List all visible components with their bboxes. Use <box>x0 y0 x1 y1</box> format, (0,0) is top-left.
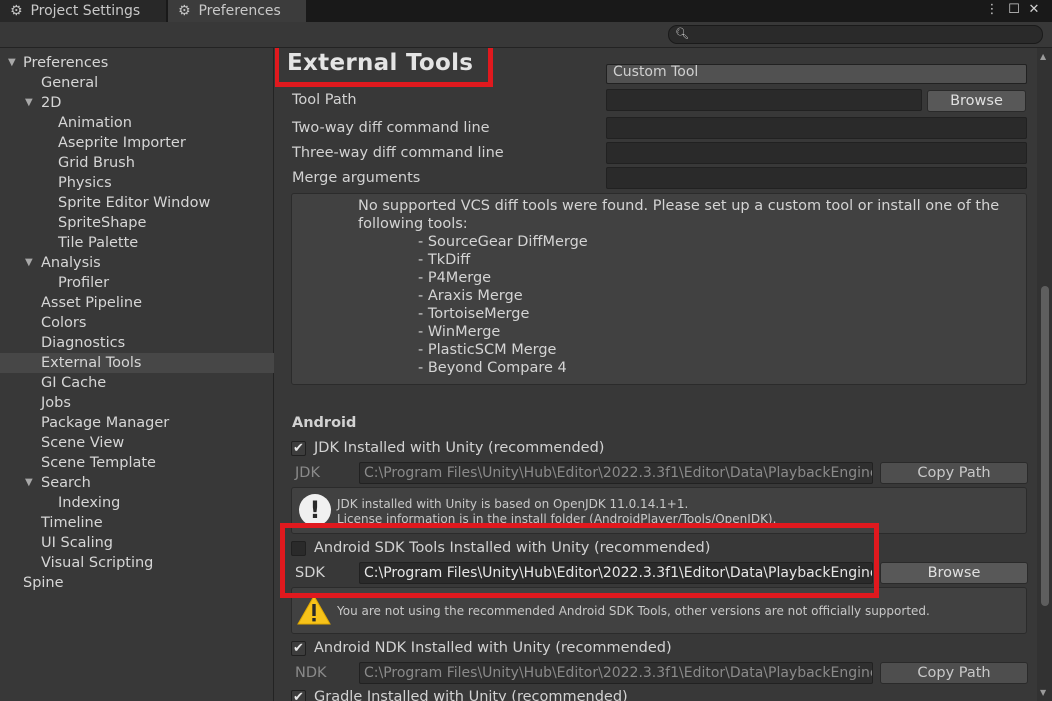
three-way-field[interactable] <box>606 142 1027 164</box>
search-icon: 🔍︎ <box>675 27 689 40</box>
sdk-checkbox[interactable] <box>291 541 306 556</box>
info-icon: ! <box>299 494 331 526</box>
expand-arrow-icon[interactable]: ▼ <box>25 253 33 273</box>
list-item: - TkDiff <box>418 252 471 268</box>
ndk-check-label: Android NDK Installed with Unity (recomm… <box>314 640 672 656</box>
list-item: - Araxis Merge <box>418 288 523 304</box>
sidebar-item-jobs[interactable]: Jobs <box>41 393 71 413</box>
browse-button[interactable]: Browse <box>927 90 1026 112</box>
expand-arrow-icon[interactable]: ▼ <box>25 93 33 113</box>
tab-label: Preferences <box>198 3 281 19</box>
merge-args-label: Merge arguments <box>292 170 421 186</box>
sidebar-item-animation[interactable]: Animation <box>58 113 132 133</box>
tab-project-settings[interactable]: ⚙ Project Settings <box>0 0 166 22</box>
jdk-label: JDK <box>295 465 320 481</box>
page-title: External Tools <box>287 50 474 76</box>
vcs-message: following tools: <box>358 216 468 232</box>
three-way-label: Three-way diff command line <box>292 145 504 161</box>
two-way-label: Two-way diff command line <box>292 120 490 136</box>
sidebar-item-tile-palette[interactable]: Tile Palette <box>58 233 138 253</box>
sidebar-item-aseprite-importer[interactable]: Aseprite Importer <box>58 133 186 153</box>
sidebar-item-spine[interactable]: Spine <box>23 573 64 593</box>
sidebar-item-scene-template[interactable]: Scene Template <box>41 453 156 473</box>
close-icon[interactable]: ✕ <box>1024 0 1044 22</box>
sdk-path-field[interactable]: C:\Program Files\Unity\Hub\Editor\2022.3… <box>359 562 873 584</box>
ndk-label: NDK <box>295 665 327 681</box>
sidebar-item-indexing[interactable]: Indexing <box>58 493 120 513</box>
sidebar-item-sprite-editor-window[interactable]: Sprite Editor Window <box>58 193 210 213</box>
list-item: - PlasticSCM Merge <box>418 342 557 358</box>
jdk-info-text: JDK installed with Unity is based on Ope… <box>337 497 689 511</box>
vcs-message: No supported VCS diff tools were found. … <box>358 198 1000 214</box>
scroll-down-icon[interactable]: ▼ <box>1040 688 1046 697</box>
gear-icon: ⚙ <box>178 3 191 19</box>
warning-icon <box>297 595 331 625</box>
sidebar-item-general[interactable]: General <box>41 73 98 93</box>
search-input[interactable]: 🔍︎ <box>668 25 1043 44</box>
list-item: - SourceGear DiffMerge <box>418 234 588 250</box>
sidebar-item-diagnostics[interactable]: Diagnostics <box>41 333 125 353</box>
ndk-copy-path-button[interactable]: Copy Path <box>880 662 1028 684</box>
sdk-label: SDK <box>295 565 325 581</box>
list-item: - Beyond Compare 4 <box>418 360 567 376</box>
expand-arrow-icon[interactable]: ▼ <box>8 53 16 73</box>
more-menu-icon[interactable]: ⋮ <box>982 0 1002 22</box>
ndk-path-field[interactable]: C:\Program Files\Unity\Hub\Editor\2022.3… <box>359 662 873 684</box>
list-item: - TortoiseMerge <box>418 306 530 322</box>
sidebar-item-ui-scaling[interactable]: UI Scaling <box>41 533 113 553</box>
gear-icon: ⚙ <box>10 3 23 19</box>
scroll-up-icon[interactable]: ▲ <box>1040 52 1046 61</box>
sidebar-item-gi-cache[interactable]: GI Cache <box>41 373 106 393</box>
scrollbar[interactable]: ▲ ▼ <box>1037 48 1052 701</box>
merge-args-field[interactable] <box>606 167 1027 189</box>
sidebar-item-grid-brush[interactable]: Grid Brush <box>58 153 135 173</box>
sidebar-item-package-manager[interactable]: Package Manager <box>41 413 169 433</box>
jdk-info-text: License information is in the install fo… <box>337 512 777 526</box>
sidebar-item-colors[interactable]: Colors <box>41 313 86 333</box>
list-item: - P4Merge <box>418 270 492 286</box>
tool-dropdown[interactable]: Custom Tool <box>606 64 1027 84</box>
maximize-icon[interactable]: ☐ <box>1004 0 1024 22</box>
gradle-checkbox[interactable]: ✔ <box>291 690 306 701</box>
gradle-check-label: Gradle Installed with Unity (recommended… <box>314 689 628 701</box>
jdk-checkbox[interactable]: ✔ <box>291 441 306 456</box>
settings-panel: Custom Tool External Tools Tool Path Bro… <box>275 48 1037 701</box>
two-way-field[interactable] <box>606 117 1027 139</box>
sidebar: ▼ Preferences General ▼ 2D Animation Ase… <box>0 48 274 701</box>
sidebar-item-scene-view[interactable]: Scene View <box>41 433 124 453</box>
sdk-check-label: Android SDK Tools Installed with Unity (… <box>314 540 711 556</box>
jdk-check-label: JDK Installed with Unity (recommended) <box>314 440 605 456</box>
sidebar-item-search[interactable]: Search <box>41 473 91 493</box>
sidebar-item-analysis[interactable]: Analysis <box>41 253 101 273</box>
title-bar: ⚙ Project Settings ⚙ Preferences ⋮ ☐ ✕ <box>0 0 1052 22</box>
expand-arrow-icon[interactable]: ▼ <box>25 473 33 493</box>
sidebar-item-external-tools[interactable]: External Tools <box>0 353 274 373</box>
sidebar-item-physics[interactable]: Physics <box>58 173 112 193</box>
sidebar-item-visual-scripting[interactable]: Visual Scripting <box>41 553 153 573</box>
android-section-header: Android <box>292 415 357 431</box>
sdk-warning-text: You are not using the recommended Androi… <box>337 604 930 618</box>
sidebar-item-preferences[interactable]: Preferences <box>23 53 108 73</box>
sidebar-item-profiler[interactable]: Profiler <box>58 273 109 293</box>
scrollbar-thumb[interactable] <box>1041 286 1049 606</box>
ndk-checkbox[interactable]: ✔ <box>291 641 306 656</box>
tab-preferences[interactable]: ⚙ Preferences <box>168 0 306 22</box>
sidebar-item-2d[interactable]: 2D <box>41 93 61 113</box>
jdk-path-field[interactable]: C:\Program Files\Unity\Hub\Editor\2022.3… <box>359 462 873 484</box>
tool-path-label: Tool Path <box>292 92 357 108</box>
sidebar-item-asset-pipeline[interactable]: Asset Pipeline <box>41 293 142 313</box>
tool-path-field[interactable] <box>606 89 922 111</box>
copy-path-button[interactable]: Copy Path <box>880 462 1028 484</box>
toolbar: 🔍︎ <box>0 22 1052 48</box>
sidebar-item-timeline[interactable]: Timeline <box>41 513 103 533</box>
sdk-browse-button[interactable]: Browse <box>880 562 1028 584</box>
sidebar-item-spriteshape[interactable]: SpriteShape <box>58 213 146 233</box>
tab-label: Project Settings <box>30 3 141 19</box>
list-item: - WinMerge <box>418 324 501 340</box>
